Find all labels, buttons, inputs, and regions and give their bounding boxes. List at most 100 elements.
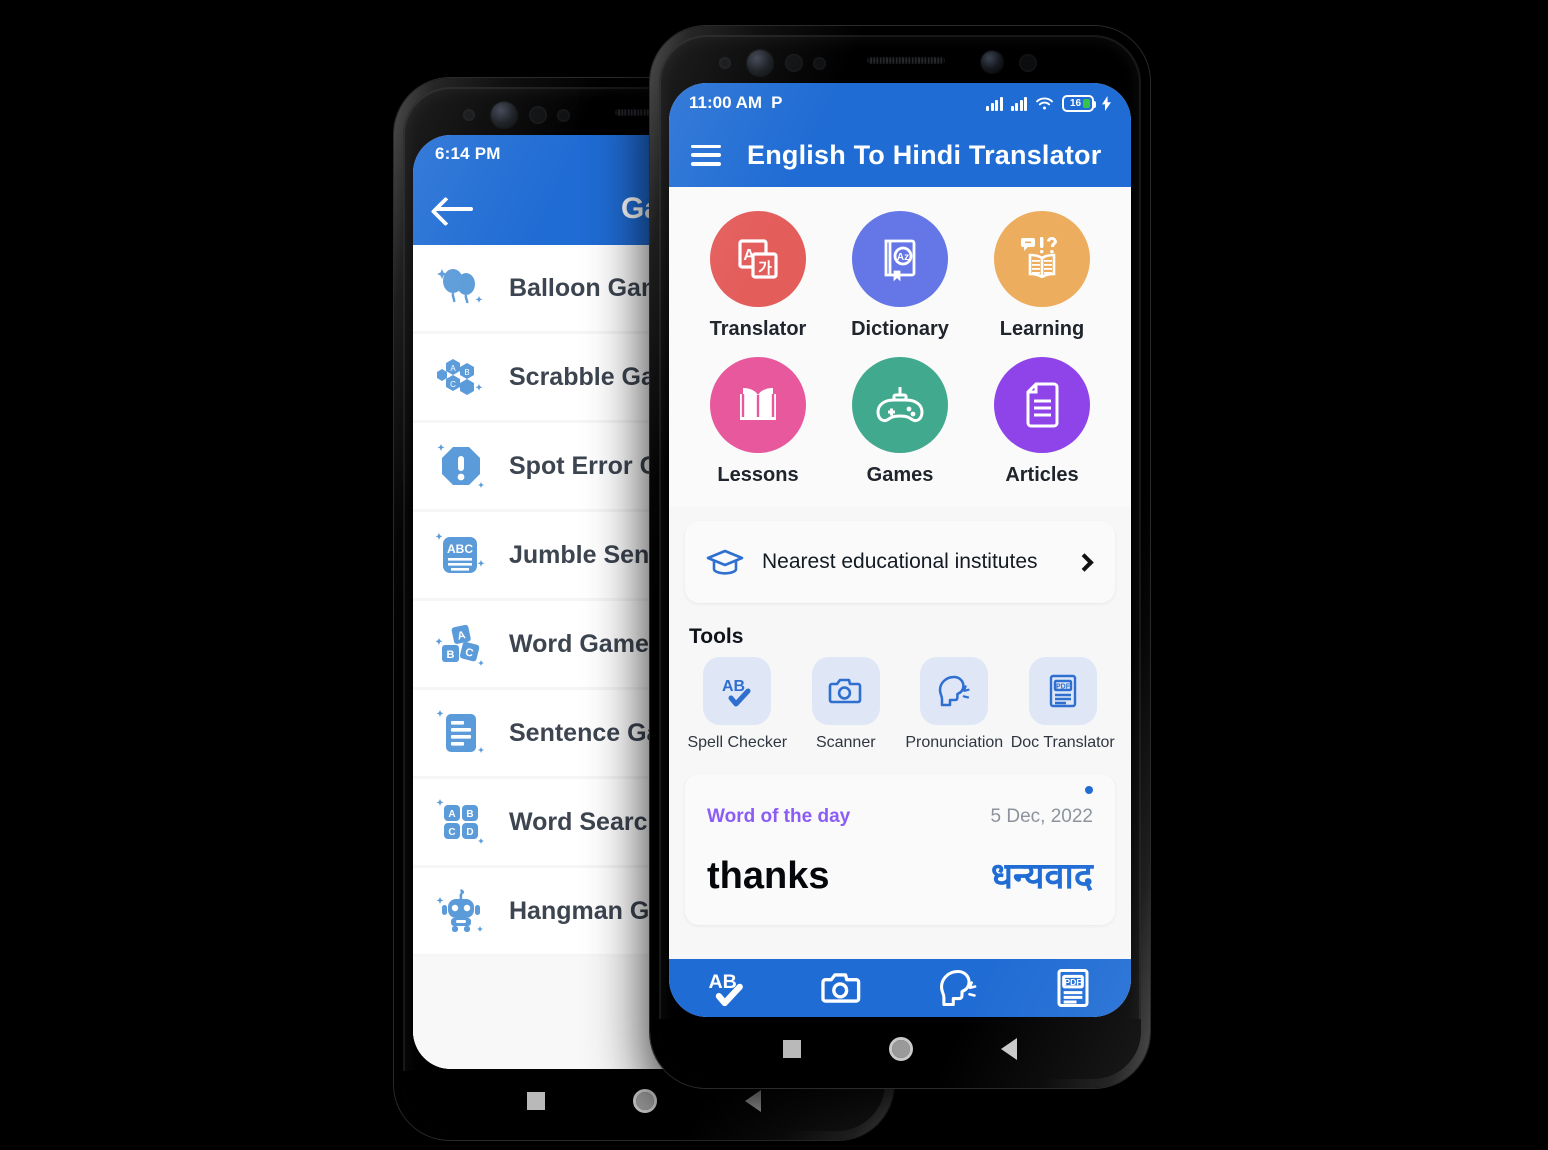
tool-label: Pronunciation [905,734,1004,751]
feature-label: Dictionary [851,318,949,340]
feature-translator[interactable]: A 가 Translator [687,211,829,341]
svg-text:B: B [464,368,469,377]
front-camera-icon [491,102,517,128]
bottom-nav-scanner[interactable] [785,969,901,1007]
tool-icon-box: PDF [1028,657,1097,725]
svg-text:가: 가 [758,259,772,277]
article-document-icon [1026,382,1059,428]
feature-circle [994,357,1090,453]
arrow-left-icon[interactable] [435,196,473,222]
feature-circle [710,357,806,453]
page-title: English To Hindi Translator [747,139,1102,170]
status-time: 6:14 PM [435,144,501,163]
svg-text:AB: AB [708,971,736,993]
scrabble-hexagon-letters-icon: A B C [437,359,483,395]
feature-label: Translator [709,318,807,340]
tool-label: Doc Translator [1010,734,1115,751]
octagon-exclamation-icon [437,444,484,488]
tool-doc-translator[interactable]: PDF Doc Translator [1009,657,1118,752]
svg-text:C: C [448,827,455,838]
feature-grid-card: A 가 Translator Az Dictionary Learning Le… [669,187,1131,507]
tool-scanner[interactable]: Scanner [792,657,901,752]
screen-translator: 11:00 AM P 16 English To Hindi Translato… [669,83,1131,1017]
svg-text:B: B [466,809,473,820]
bottom-nav-doc-translator[interactable]: PDF [1016,967,1132,1009]
ab-check-icon: AB [722,678,751,707]
svg-text:A: A [448,809,455,820]
feature-circle: A 가 [710,211,806,307]
speaking-head-icon [939,675,970,707]
tool-pronunciation[interactable]: Pronunciation [900,657,1009,752]
phone-glass-front: 11:00 AM P 16 English To Hindi Translato… [659,35,1141,1079]
svg-text:A: A [743,247,755,264]
nearest-institutes-row[interactable]: Nearest educational institutes [685,521,1115,603]
pdf-document-icon: PDF [1057,968,1089,1008]
feature-grid: A 가 Translator Az Dictionary Learning Le… [687,211,1113,487]
triangle-back-icon[interactable] [1001,1038,1017,1060]
tools-heading: Tools [689,625,744,648]
parking-icon: P [771,93,783,112]
feature-label: Games [866,464,934,486]
bottom-nav-spell-checker[interactable]: AB [669,967,785,1009]
signal-bars-icon [1010,96,1027,111]
hamburger-menu-icon[interactable] [691,144,721,166]
scene-root: 6:14 PM Games [0,0,1548,1150]
earpiece-speaker-icon [867,57,945,64]
phone-mockup-translator: 11:00 AM P 16 English To Hindi Translato… [650,26,1150,1088]
tool-icon-box [920,657,989,725]
svg-text:B: B [447,649,455,661]
feature-lessons[interactable]: Lessons [687,357,829,487]
proximity-sensor-icon [785,54,803,72]
bottom-nav-bar[interactable]: AB PDF [669,959,1131,1017]
list-item-label: Word Game [509,629,649,658]
battery-level: 16 [1069,97,1082,109]
camera-icon [821,973,861,1003]
open-book-question-icon [1021,237,1057,279]
feature-dictionary[interactable]: Az Dictionary [829,211,971,341]
chevron-right-icon[interactable] [1075,552,1094,572]
circle-icon[interactable] [889,1037,913,1061]
feature-label: Articles [1005,464,1079,486]
sensor-dot-icon [719,57,731,69]
word-of-the-day-card[interactable]: Word of the day 5 Dec, 2022 thanks धन्यव… [685,774,1115,925]
sensor-dot-icon [1019,54,1037,72]
svg-text:A: A [450,364,456,373]
triangle-back-icon[interactable] [745,1090,761,1112]
svg-text:C: C [450,380,456,389]
feature-articles[interactable]: Articles [971,357,1113,487]
camera-icon [828,678,862,704]
front-camera-icon [747,50,773,76]
android-nav-bar-front[interactable] [659,1019,1141,1079]
word-of-the-day-date: 5 Dec, 2022 [990,806,1093,827]
front-status-bar: 11:00 AM P 16 [669,83,1131,123]
square-icon[interactable] [783,1040,801,1058]
svg-text:PDF: PDF [1065,977,1082,987]
light-sensor-icon [813,57,826,70]
tools-row: AB Spell Checker Scanner Pronunciation P… [669,657,1131,752]
feature-label: Learning [999,318,1085,340]
balloon-icon [437,269,483,304]
tool-icon-box [811,657,880,725]
iris-scanner-icon [981,51,1003,73]
circle-icon[interactable] [633,1089,657,1113]
feature-games[interactable]: Games [829,357,971,487]
phone-bezel-top-front [659,35,1141,87]
dictionary-book-icon: Az [884,239,916,282]
tool-spell-checker[interactable]: AB Spell Checker [683,657,792,752]
status-time: 11:00 AM [689,93,763,112]
bottom-nav-pronunciation[interactable] [900,968,1016,1008]
feature-learning[interactable]: Learning [971,211,1113,341]
word-of-the-day-label: Word of the day [707,806,851,827]
feature-circle [994,211,1090,307]
lightning-bolt-icon [1102,95,1111,111]
gamepad-icon [876,387,924,423]
sensor-dot-icon [463,109,475,121]
svg-text:D: D [466,827,473,838]
abc-card-icon: ABC [435,533,485,573]
wifi-icon [1036,97,1053,109]
robot-icon [436,889,483,932]
square-icon[interactable] [527,1092,545,1110]
nearest-institutes-label: Nearest educational institutes [762,550,1038,573]
tool-label: Spell Checker [687,734,788,751]
translator-app-bar: English To Hindi Translator [669,123,1131,187]
